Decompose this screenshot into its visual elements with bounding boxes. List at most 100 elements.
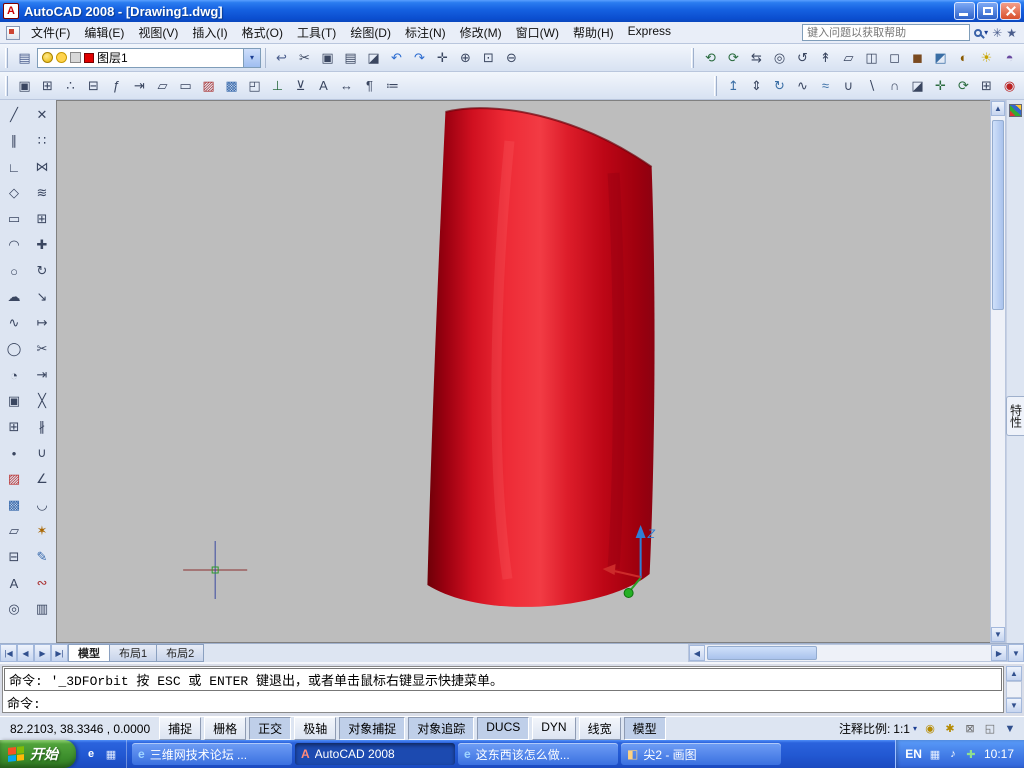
match-properties-icon[interactable]: ◪	[362, 46, 385, 69]
copy-icon[interactable]: ∷	[30, 128, 54, 154]
command-scroll-up-icon[interactable]: ▲	[1006, 666, 1022, 681]
array-icon[interactable]: ⊞	[30, 206, 54, 232]
tab-nav-prev[interactable]: ◀	[17, 644, 34, 662]
ellipse-arc-icon[interactable]: ◔	[2, 362, 26, 388]
point-style-icon[interactable]: ∴	[59, 74, 82, 97]
intersect-icon[interactable]: ∩	[883, 74, 906, 97]
copy-icon[interactable]: ▣	[316, 46, 339, 69]
scroll-corner-button[interactable]: ▼	[1008, 644, 1024, 662]
mirror-icon[interactable]: ⋈	[30, 154, 54, 180]
toggle-polar[interactable]: 极轴	[294, 717, 337, 740]
erase-icon[interactable]: ✕	[30, 102, 54, 128]
3d-walk-icon[interactable]: ↟	[814, 46, 837, 69]
cut-icon[interactable]: ✂	[293, 46, 316, 69]
layer-lock-icon[interactable]	[70, 52, 81, 63]
tab-nav-next[interactable]: ▶	[34, 644, 51, 662]
menu-window[interactable]: 窗口(W)	[509, 21, 566, 44]
canvas-horizontal-scrollbar[interactable]: ◀ ▶	[688, 644, 1008, 662]
toggle-snap[interactable]: 捕捉	[159, 717, 202, 740]
zoom-window-icon[interactable]: ⊡	[477, 46, 500, 69]
3d-swivel-icon[interactable]: ↺	[791, 46, 814, 69]
sweep-icon[interactable]: ∿	[791, 74, 814, 97]
menu-file[interactable]: 文件(F)	[24, 21, 77, 44]
safety-icon[interactable]: ✚	[964, 747, 978, 761]
toggle-dyn[interactable]: DYN	[532, 717, 576, 740]
tab-layout2[interactable]: 布局2	[156, 644, 205, 662]
menu-express[interactable]: Express	[621, 21, 678, 44]
revolve-icon[interactable]: ↻	[768, 74, 791, 97]
3d-rotate-icon[interactable]: ⟳	[952, 74, 975, 97]
layer-freeze-icon[interactable]	[56, 52, 67, 63]
layer-properties-manager-icon[interactable]: ▤	[13, 46, 36, 69]
table-icon[interactable]: ⊟	[2, 544, 26, 570]
favorites-icon[interactable]: ★	[1006, 26, 1017, 40]
construction-line-icon[interactable]: ∥	[2, 128, 26, 154]
distance-icon[interactable]: ⇥	[128, 74, 151, 97]
point-icon[interactable]: •	[2, 440, 26, 466]
properties-palette-tab[interactable]: 特性	[1005, 396, 1024, 436]
rectangle-icon[interactable]: ▭	[2, 206, 26, 232]
polyline-icon[interactable]: ∟	[2, 154, 26, 180]
toggle-otrack[interactable]: 对象追踪	[408, 717, 475, 740]
zoom-previous-icon[interactable]: ⊖	[500, 46, 523, 69]
donut-icon[interactable]: ◎	[2, 596, 26, 622]
visual-style-conceptual-icon[interactable]: ◩	[929, 46, 952, 69]
infocenter-search-icon[interactable]: ▾	[974, 28, 988, 37]
menu-edit[interactable]: 编辑(E)	[77, 21, 131, 44]
coordinates-display[interactable]: 82.2103, 38.3346 , 0.0000	[4, 720, 156, 738]
menu-format[interactable]: 格式(O)	[235, 21, 290, 44]
menu-modify[interactable]: 修改(M)	[453, 21, 509, 44]
make-block-icon[interactable]: ⊞	[36, 74, 59, 97]
annotation-autoscale-icon[interactable]: ✱	[942, 721, 958, 737]
dim-style-icon[interactable]: ↔	[335, 74, 358, 97]
layer-dropdown[interactable]: 图层1 ▾	[37, 47, 261, 68]
subtract-icon[interactable]: ∖	[860, 74, 883, 97]
3d-pan-icon[interactable]: ⇆	[745, 46, 768, 69]
make-block-icon[interactable]: ⊞	[2, 414, 26, 440]
hatch-icon[interactable]: ▨	[2, 466, 26, 492]
layer-on-icon[interactable]	[42, 52, 53, 63]
toggle-ortho[interactable]: 正交	[249, 717, 292, 740]
tool-palette-icon[interactable]	[1009, 104, 1022, 117]
menu-help[interactable]: 帮助(H)	[566, 21, 621, 44]
offset-icon[interactable]: ≋	[30, 180, 54, 206]
ucs-icon[interactable]: ⊥	[266, 74, 289, 97]
task-question[interactable]: e 这东西该怎么做...	[458, 743, 618, 765]
break-at-point-icon[interactable]: ╳	[30, 388, 54, 414]
3d-move-icon[interactable]: ✛	[929, 74, 952, 97]
toolbar-grip[interactable]	[714, 75, 717, 96]
annotation-visibility-icon[interactable]: ◉	[922, 721, 938, 737]
insert-block-icon[interactable]: ▣	[2, 388, 26, 414]
toggle-ducs[interactable]: DUCS	[477, 717, 530, 740]
draworder-icon[interactable]: ▥	[30, 596, 54, 622]
tab-layout1[interactable]: 布局1	[109, 644, 158, 662]
revision-cloud-icon[interactable]: ☁	[2, 284, 26, 310]
clock[interactable]: 10:17	[984, 747, 1014, 761]
pan-icon[interactable]: ✛	[431, 46, 454, 69]
lights-icon[interactable]: ☀	[975, 46, 998, 69]
close-button[interactable]	[1000, 2, 1021, 20]
language-indicator[interactable]: EN	[905, 747, 922, 761]
menu-draw[interactable]: 绘图(D)	[343, 21, 398, 44]
menu-insert[interactable]: 插入(I)	[185, 21, 234, 44]
boundary-icon[interactable]: ◰	[243, 74, 266, 97]
hatch-icon[interactable]: ▨	[197, 74, 220, 97]
clean-screen-icon[interactable]: ◱	[982, 721, 998, 737]
union-icon[interactable]: ∪	[837, 74, 860, 97]
toggle-lineweight[interactable]: 线宽	[578, 717, 621, 740]
drawing-canvas[interactable]: Z	[56, 100, 990, 643]
volume-icon[interactable]: ♪	[946, 747, 960, 761]
paste-icon[interactable]: ▤	[339, 46, 362, 69]
table-icon[interactable]: ⊟	[82, 74, 105, 97]
undo-icon[interactable]: ↶	[385, 46, 408, 69]
task-paint[interactable]: ◧ 尖2 - 画图	[621, 743, 781, 765]
named-ucs-icon[interactable]: ⊻	[289, 74, 312, 97]
horizontal-scroll-thumb[interactable]	[707, 646, 817, 660]
toggle-grid[interactable]: 栅格	[204, 717, 247, 740]
constrained-orbit-icon[interactable]: ⟳	[722, 46, 745, 69]
visual-style-2d-wireframe-icon[interactable]: ▱	[837, 46, 860, 69]
extrude-icon[interactable]: ↥	[722, 74, 745, 97]
gradient-icon[interactable]: ▩	[2, 492, 26, 518]
arc-icon[interactable]: ◠	[2, 232, 26, 258]
properties-icon[interactable]: ≔	[381, 74, 404, 97]
